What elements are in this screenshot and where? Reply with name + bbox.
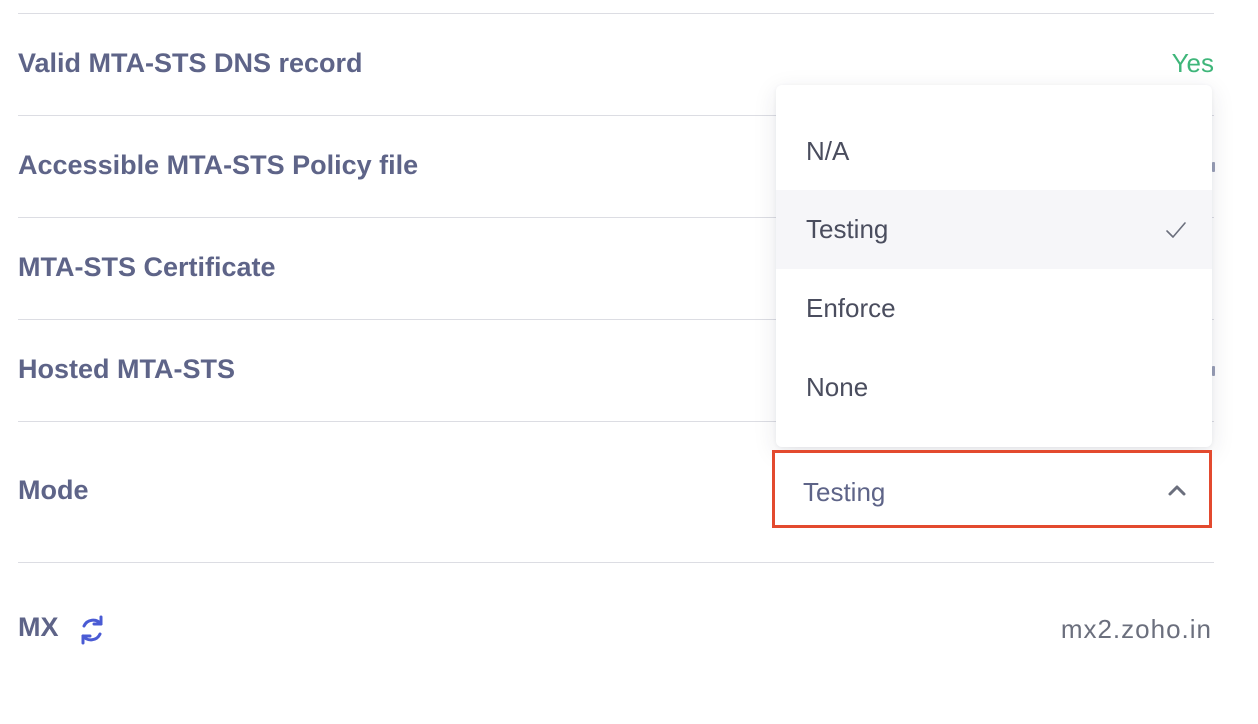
row-label-certificate: MTA-STS Certificate	[18, 252, 276, 282]
row-label-dns-record: Valid MTA-STS DNS record	[18, 48, 363, 78]
mode-option-none[interactable]: None	[776, 348, 1212, 427]
mode-option-testing[interactable]: Testing	[776, 190, 1212, 269]
mode-option-label: None	[806, 372, 869, 402]
row-label-hosted: Hosted MTA-STS	[18, 354, 235, 384]
refresh-icon[interactable]	[76, 614, 108, 646]
hidden-value-edge	[1212, 162, 1215, 172]
mode-option-label: Enforce	[806, 293, 896, 323]
row-label-mode: Mode	[18, 475, 89, 505]
mx-host-value: mx2.zoho.in	[1060, 614, 1212, 644]
divider	[18, 13, 1214, 14]
dns-record-status-value: Yes	[1171, 48, 1214, 78]
mta-sts-details-panel: Valid MTA-STS DNS record Yes Accessible …	[0, 0, 1258, 724]
row-label-policy-file: Accessible MTA-STS Policy file	[18, 150, 419, 180]
hidden-value-edge	[1212, 366, 1215, 376]
check-icon	[1166, 222, 1186, 238]
mode-option-na[interactable]: N/A	[776, 112, 1212, 191]
chevron-up-icon	[1168, 485, 1186, 496]
mode-option-label: Testing	[806, 214, 889, 244]
row-label-mx: MX	[18, 612, 59, 642]
mode-select[interactable]: Testing	[772, 450, 1212, 528]
mode-dropdown-menu: N/A Testing Enforce None	[776, 85, 1212, 447]
divider	[18, 562, 1214, 563]
mode-option-enforce[interactable]: Enforce	[776, 269, 1212, 348]
mode-select-value: Testing	[803, 477, 886, 507]
mode-option-label: N/A	[806, 136, 850, 166]
